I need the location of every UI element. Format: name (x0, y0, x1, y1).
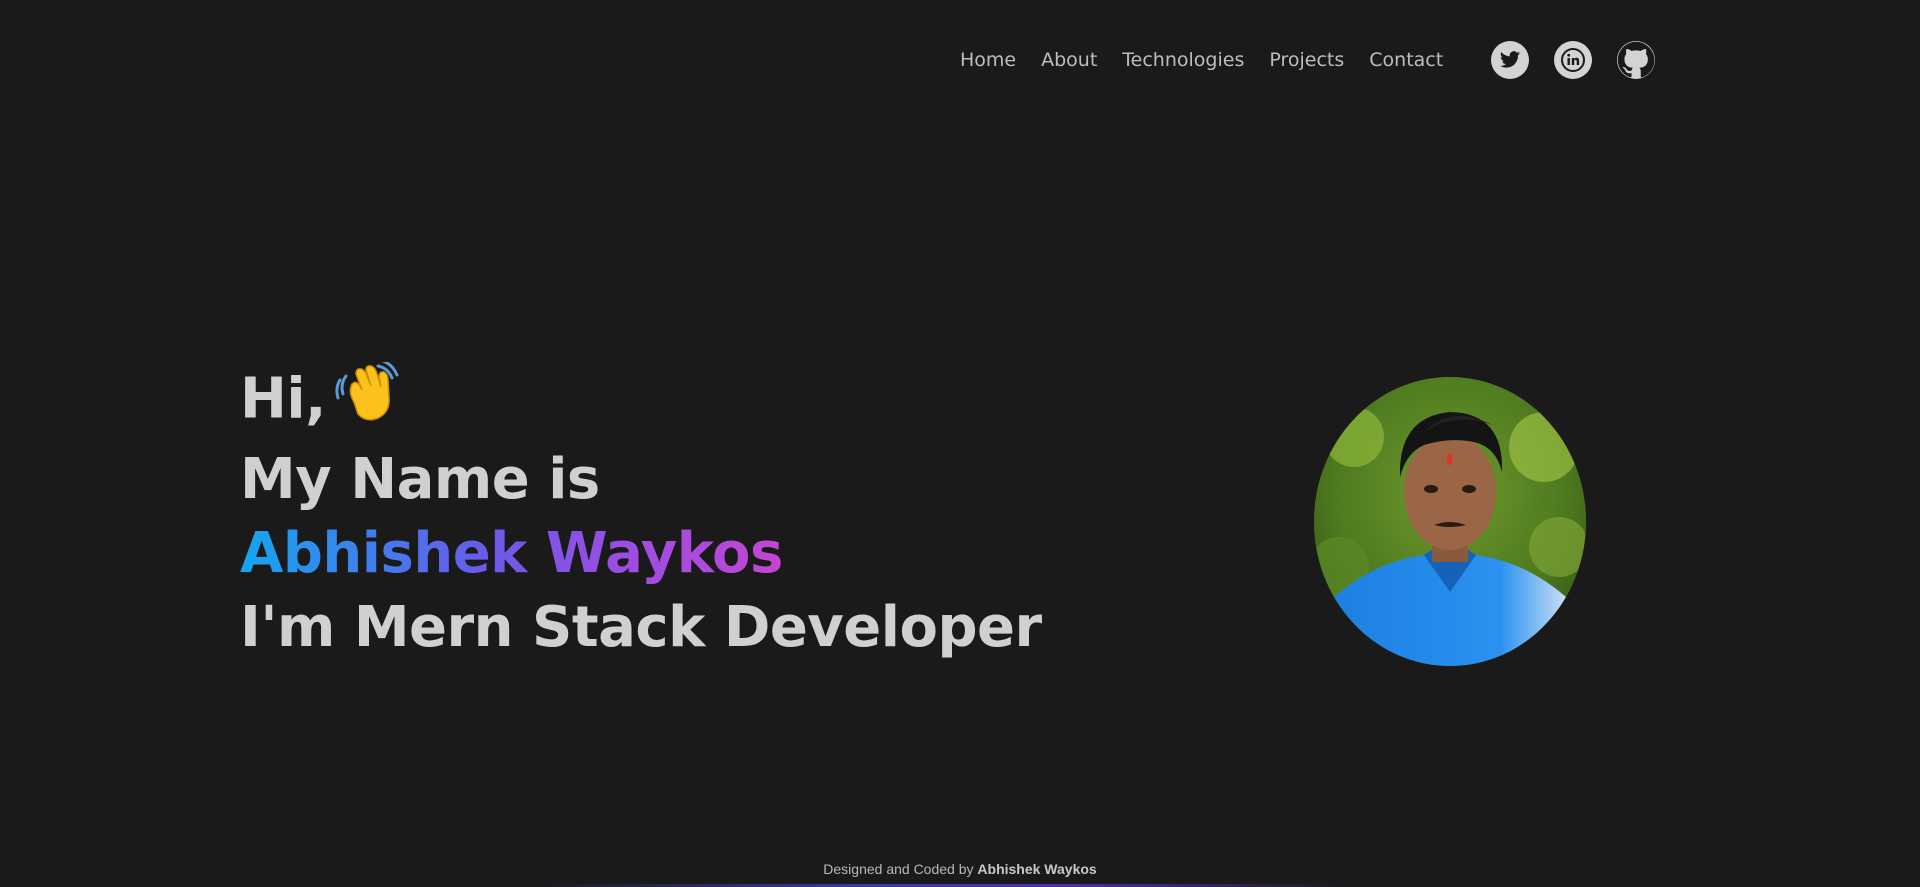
nav-about-link[interactable]: About (1041, 49, 1097, 71)
social-links (1491, 41, 1680, 79)
name-line: Abhishek Waykos (240, 517, 1042, 591)
hero-section: Hi, My Name is Abhishek Waykos I'm Mern … (240, 358, 1042, 665)
greeting-text: Hi, (240, 366, 326, 432)
portfolio-page: Home About Technologies Projects Contact… (0, 0, 1920, 887)
nav-home-link[interactable]: Home (960, 49, 1016, 71)
nav-contact-link[interactable]: Contact (1369, 49, 1443, 71)
main-nav: Home About Technologies Projects Contact (960, 40, 1468, 80)
role-line: I'm Mern Stack Developer (240, 595, 1042, 660)
nav-links: Home About Technologies Projects Contact (960, 49, 1468, 71)
linkedin-icon[interactable] (1554, 41, 1592, 79)
greeting-line: Hi, (240, 358, 1042, 443)
github-icon[interactable] (1617, 41, 1655, 79)
twitter-icon[interactable] (1491, 41, 1529, 79)
intro-line: My Name is (240, 447, 600, 512)
developer-name: Abhishek Waykos (240, 521, 783, 586)
waving-hand-icon (334, 358, 400, 443)
footer-prefix: Designed and Coded by (823, 861, 974, 877)
footer-author: Abhishek Waykos (977, 861, 1097, 877)
nav-technologies-link[interactable]: Technologies (1122, 49, 1244, 71)
avatar (1314, 377, 1586, 666)
nav-projects-link[interactable]: Projects (1269, 49, 1344, 71)
footer: Designed and Coded by Abhishek Waykos (0, 861, 1920, 877)
